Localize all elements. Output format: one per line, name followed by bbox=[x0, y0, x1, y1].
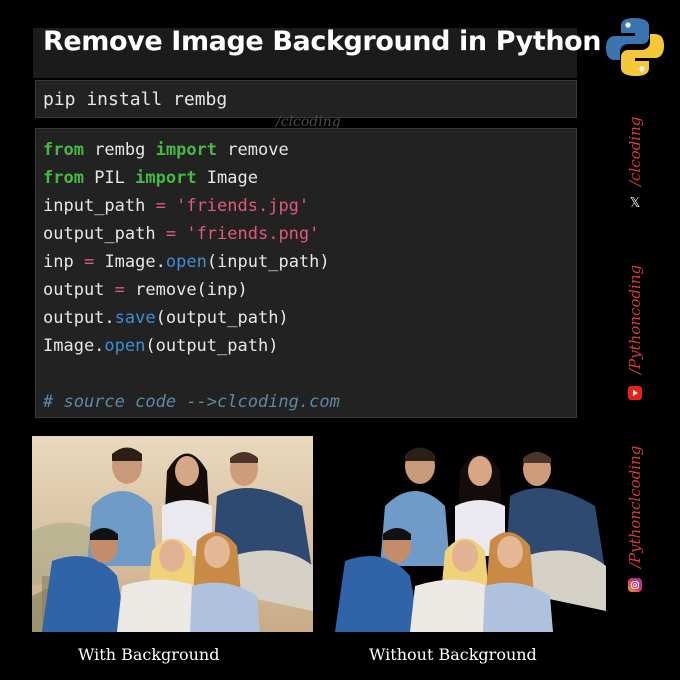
code-token: Image bbox=[196, 168, 258, 188]
python-logo-icon bbox=[606, 18, 664, 76]
code-line: output_path = 'friends.png' bbox=[43, 220, 340, 248]
side-label-youtube-handle[interactable]: /Pythoncoding bbox=[626, 265, 644, 374]
code-token: (output_path) bbox=[155, 308, 289, 328]
code-token: import bbox=[135, 168, 197, 188]
code-token: (output_path) bbox=[145, 336, 279, 356]
code-token: inp bbox=[43, 252, 84, 272]
code-token: save bbox=[114, 308, 156, 328]
side-label-instagram-handle[interactable]: /Pythonclcoding bbox=[626, 446, 644, 568]
code-line: Image.open(output_path) bbox=[43, 332, 340, 360]
code-line: input_path = 'friends.jpg' bbox=[43, 192, 340, 220]
code-line: # source code -->clcoding.com bbox=[43, 388, 340, 416]
code-line: from PIL import Image bbox=[43, 164, 340, 192]
code-token: input_path bbox=[43, 196, 156, 216]
code-token: output bbox=[43, 280, 115, 300]
code-line: inp = Image.open(input_path) bbox=[43, 248, 340, 276]
code-token: remove(inp) bbox=[124, 280, 248, 300]
code-token: remove bbox=[217, 140, 289, 160]
code-token: PIL bbox=[83, 168, 136, 188]
code-token: open bbox=[104, 336, 146, 356]
code-line: from rembg import remove bbox=[43, 136, 340, 164]
x-logo-icon[interactable]: 𝕏 bbox=[629, 197, 641, 211]
code-token: = bbox=[155, 196, 166, 216]
code-line: output.save(output_path) bbox=[43, 304, 340, 332]
caption-with-background: With Background bbox=[78, 645, 220, 664]
code-token: rembg bbox=[83, 140, 156, 160]
code-token: from bbox=[43, 168, 84, 188]
code-text: from rembg import remove from PIL import … bbox=[43, 136, 340, 416]
code-token: from bbox=[43, 140, 84, 160]
photo-without-background bbox=[325, 436, 606, 632]
photo-with-background bbox=[32, 436, 313, 632]
code-token: 'friends.jpg' bbox=[176, 196, 310, 216]
code-line: output = remove(inp) bbox=[43, 276, 340, 304]
youtube-icon[interactable] bbox=[628, 386, 642, 400]
code-token: = bbox=[165, 224, 177, 244]
code-token: (input_path) bbox=[206, 252, 330, 272]
install-command[interactable]: pip install rembg bbox=[43, 89, 227, 110]
code-token: Image. bbox=[94, 252, 166, 272]
code-token: import bbox=[155, 140, 218, 160]
side-label-x-handle[interactable]: /clcoding bbox=[626, 117, 644, 186]
caption-without-background: Without Background bbox=[369, 645, 537, 664]
instagram-icon[interactable] bbox=[628, 578, 642, 592]
code-token: Image. bbox=[43, 336, 105, 356]
code-token: output_path bbox=[43, 224, 166, 244]
code-token: = bbox=[83, 252, 95, 272]
code-token: output. bbox=[43, 308, 115, 328]
code-token: open bbox=[165, 252, 207, 272]
code-token: 'friends.png' bbox=[186, 224, 320, 244]
code-token: # source code -->clcoding.com bbox=[43, 392, 340, 412]
page-title: Remove Image Background in Python bbox=[43, 26, 602, 57]
code-token: = bbox=[114, 280, 125, 300]
